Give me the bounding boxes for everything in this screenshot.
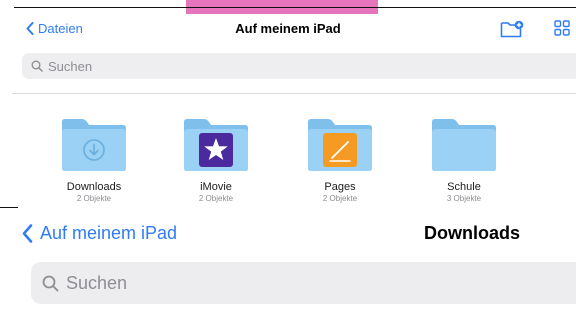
downloads-navigation-bar: Auf meinem iPad Downloads: [0, 218, 576, 252]
search-field[interactable]: Suchen: [31, 262, 576, 304]
folder-plus-icon: [500, 20, 524, 38]
download-arrow-icon: [83, 139, 105, 161]
folder-name: iMovie: [200, 181, 232, 193]
search-icon: [42, 275, 59, 291]
screen-border-fragment: [0, 207, 18, 208]
folder-item-count: 3 Objekte: [446, 194, 482, 203]
view-grid-button[interactable]: [554, 20, 570, 41]
search-icon: [31, 60, 43, 72]
folder-item-count: 2 Objekte: [76, 194, 112, 203]
back-button-label: Auf meinem iPad: [40, 223, 178, 243]
page-title: Auf meinem iPad: [235, 21, 341, 36]
chevron-left-icon: [22, 224, 33, 243]
screen-border: [14, 7, 576, 8]
search-field[interactable]: Suchen: [22, 53, 576, 79]
folder-imovie[interactable]: iMovie 2 Objekte: [156, 116, 276, 203]
folder-name: Pages: [324, 181, 356, 193]
folder-schule[interactable]: Schule 3 Objekte: [404, 116, 524, 203]
page-title: Downloads: [424, 223, 521, 243]
folder-name: Schule: [447, 181, 481, 193]
divider: [12, 93, 576, 94]
pages-pen-icon: [323, 133, 357, 167]
folder-item-count: 2 Objekte: [198, 194, 234, 203]
new-folder-button[interactable]: [500, 20, 524, 43]
imovie-star-icon: [199, 133, 233, 167]
grid-icon: [554, 20, 570, 36]
folder-icon: [60, 116, 128, 174]
folder-item-count: 2 Objekte: [322, 194, 358, 203]
search-placeholder: Suchen: [66, 272, 128, 293]
search-placeholder: Suchen: [48, 58, 93, 74]
back-button-auf-meinem-ipad[interactable]: Auf meinem iPad: [22, 223, 177, 244]
folder-downloads[interactable]: Downloads 2 Objekte: [34, 116, 154, 203]
folder-icon: [306, 116, 374, 174]
plain-folder-icon: [430, 116, 498, 174]
folder-name: Downloads: [66, 181, 122, 193]
top-navigation-bar: Dateien Auf meinem iPad: [0, 15, 576, 45]
folder-pages[interactable]: Pages 2 Objekte: [280, 116, 400, 203]
folder-icon: [182, 116, 250, 174]
